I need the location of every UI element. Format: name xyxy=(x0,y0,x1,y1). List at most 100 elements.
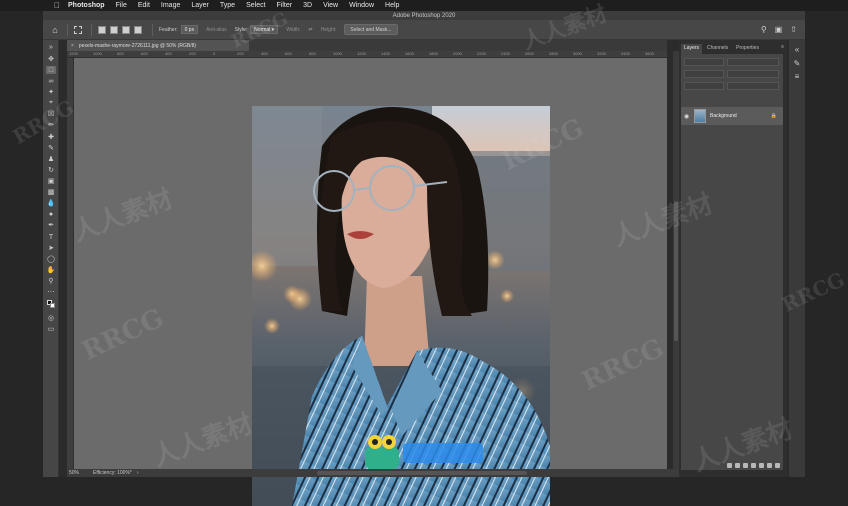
move-tool-icon[interactable]: ✥ xyxy=(46,55,56,63)
home-icon[interactable]: ⌂ xyxy=(49,24,61,36)
new-layer-icon[interactable] xyxy=(767,463,772,468)
panel-menu-icon[interactable]: ≡ xyxy=(781,44,784,54)
menu-app[interactable]: Photoshop xyxy=(68,2,105,9)
blur-tool-icon[interactable]: 💧 xyxy=(46,199,56,207)
eraser-tool-icon[interactable]: ▣ xyxy=(46,177,56,185)
history-brush-tool-icon[interactable]: ↻ xyxy=(46,166,56,174)
ruler-tick-label: 200 xyxy=(189,51,196,56)
subtract-selection-icon[interactable] xyxy=(122,25,130,34)
horizontal-ruler[interactable]: 1200 1000 800 600 400 200 0 200 400 600 800 1000 120… xyxy=(67,51,667,58)
divider xyxy=(91,23,92,36)
opacity-field[interactable] xyxy=(727,70,779,78)
ruler-tick-label: 2400 xyxy=(501,51,510,56)
dodge-tool-icon[interactable]: ● xyxy=(46,210,56,218)
ruler-tick-label: 2800 xyxy=(549,51,558,56)
ruler-tick-label: 400 xyxy=(261,51,268,56)
document-tab-title: pexels-mashe-raymore-2726111.jpg @ 50% (… xyxy=(78,42,197,49)
menu-filter[interactable]: Filter xyxy=(277,2,293,9)
apple-icon[interactable]:  xyxy=(52,1,62,10)
brush-settings-icon[interactable]: ✎ xyxy=(792,58,802,68)
clone-stamp-tool-icon[interactable]: ♟ xyxy=(46,155,56,163)
new-group-icon[interactable] xyxy=(759,463,764,468)
ruler-tick-label: 600 xyxy=(141,51,148,56)
gradient-tool-icon[interactable]: ▩ xyxy=(46,188,56,196)
tab-channels[interactable]: Channels xyxy=(704,44,731,54)
menu-3d[interactable]: 3D xyxy=(303,2,312,9)
healing-brush-tool-icon[interactable]: ✚ xyxy=(46,133,56,141)
add-selection-icon[interactable] xyxy=(110,25,118,34)
status-menu-icon[interactable]: › xyxy=(137,470,139,476)
marquee-preset-icon[interactable] xyxy=(74,25,82,34)
ruler-tick-label: 1000 xyxy=(93,51,102,56)
visibility-eye-icon[interactable]: ◉ xyxy=(684,113,694,120)
lock-icons[interactable] xyxy=(684,82,724,90)
intersect-selection-icon[interactable] xyxy=(134,25,142,34)
zoom-level[interactable]: 50% xyxy=(69,470,79,476)
site-logo xyxy=(363,433,487,471)
ruler-tick-label: 1000 xyxy=(333,51,342,56)
adjustments-icon[interactable]: ≡ xyxy=(792,71,802,81)
fill-field[interactable] xyxy=(727,82,779,90)
menu-layer[interactable]: Layer xyxy=(191,2,209,9)
menu-edit[interactable]: Edit xyxy=(138,2,150,9)
height-label: Height: xyxy=(320,26,337,33)
type-tool-icon[interactable]: T xyxy=(46,233,56,241)
options-bar: ⌂ Feather: 0 px Anti-alias Style: Normal… xyxy=(43,20,805,40)
quick-select-tool-icon[interactable]: ✦ xyxy=(46,88,56,96)
quick-mask-icon[interactable]: ◎ xyxy=(46,314,56,322)
horizontal-scrollbar[interactable] xyxy=(317,471,527,475)
hand-tool-icon[interactable]: ✋ xyxy=(46,266,56,274)
tab-properties[interactable]: Properties xyxy=(733,44,762,54)
workspace-icon[interactable]: ▣ xyxy=(775,25,783,34)
menu-type[interactable]: Type xyxy=(220,2,235,9)
menu-help[interactable]: Help xyxy=(385,2,399,9)
tab-layers[interactable]: Layers xyxy=(681,44,703,54)
delete-layer-icon[interactable] xyxy=(775,463,780,468)
layer-thumbnail xyxy=(694,109,706,123)
antialias-checkbox[interactable]: Anti-alias xyxy=(206,27,227,33)
shape-tool-icon[interactable]: ◯ xyxy=(46,255,56,263)
lock-icon[interactable]: 🔒 xyxy=(771,113,777,119)
screen-mode-icon[interactable]: ▭ xyxy=(46,325,56,333)
search-icon[interactable]: ⚲ xyxy=(761,25,767,34)
layer-filter-icons[interactable] xyxy=(727,58,779,66)
blend-mode-select[interactable] xyxy=(684,70,724,78)
menu-window[interactable]: Window xyxy=(349,2,374,9)
lasso-tool-icon[interactable]: ∞ xyxy=(46,77,56,85)
pen-tool-icon[interactable]: ✒ xyxy=(46,221,56,229)
menu-view[interactable]: View xyxy=(323,2,338,9)
ruler-tick-label: 3000 xyxy=(573,51,582,56)
brush-tool-icon[interactable]: ✎ xyxy=(46,144,56,152)
ruler-tick-label: 1200 xyxy=(357,51,366,56)
path-selection-tool-icon[interactable]: ➤ xyxy=(46,244,56,252)
ruler-tick-label: 3400 xyxy=(621,51,630,56)
photoshop-window: Adobe Photoshop 2020 ⌂ Feather: 0 px Ant… xyxy=(43,11,805,506)
ruler-tick-label: 3600 xyxy=(645,51,654,56)
new-selection-icon[interactable] xyxy=(98,25,106,34)
more-tools-icon[interactable]: ⋯ xyxy=(46,288,56,296)
close-tab-icon[interactable]: × xyxy=(71,43,74,49)
layer-filter-select[interactable] xyxy=(684,58,724,66)
options-right-icons: ⚲ ▣ ⇧ xyxy=(761,25,797,34)
zoom-tool-icon[interactable]: ⚲ xyxy=(46,277,56,285)
share-icon[interactable]: ⇧ xyxy=(790,25,797,34)
collapse-tools-icon[interactable]: » xyxy=(46,43,56,51)
layer-name[interactable]: Background xyxy=(710,113,737,119)
ruler-tick-label: 400 xyxy=(165,51,172,56)
feather-input[interactable]: 0 px xyxy=(180,25,199,34)
swap-icon[interactable]: ⇄ xyxy=(308,27,312,33)
layers-panel: ◉ Background 🔒 xyxy=(681,54,783,470)
select-and-mask-button[interactable]: Select and Mask... xyxy=(344,24,398,35)
add-mask-icon[interactable] xyxy=(743,463,748,468)
menu-select[interactable]: Select xyxy=(246,2,265,9)
color-swatches-icon[interactable] xyxy=(46,300,56,308)
menu-file[interactable]: File xyxy=(116,2,127,9)
ruler-tick-label: 1200 xyxy=(69,51,78,56)
efficiency-readout[interactable]: Efficiency: 100%* xyxy=(93,470,132,476)
adjustment-layer-icon[interactable] xyxy=(751,463,756,468)
layer-row[interactable]: ◉ Background 🔒 xyxy=(681,107,783,125)
document-tab[interactable]: × pexels-mashe-raymore-2726111.jpg @ 50%… xyxy=(67,40,249,51)
menu-image[interactable]: Image xyxy=(161,2,180,9)
marquee-tool-icon[interactable]: □ xyxy=(46,66,56,74)
collapse-panels-icon[interactable]: « xyxy=(792,44,802,54)
